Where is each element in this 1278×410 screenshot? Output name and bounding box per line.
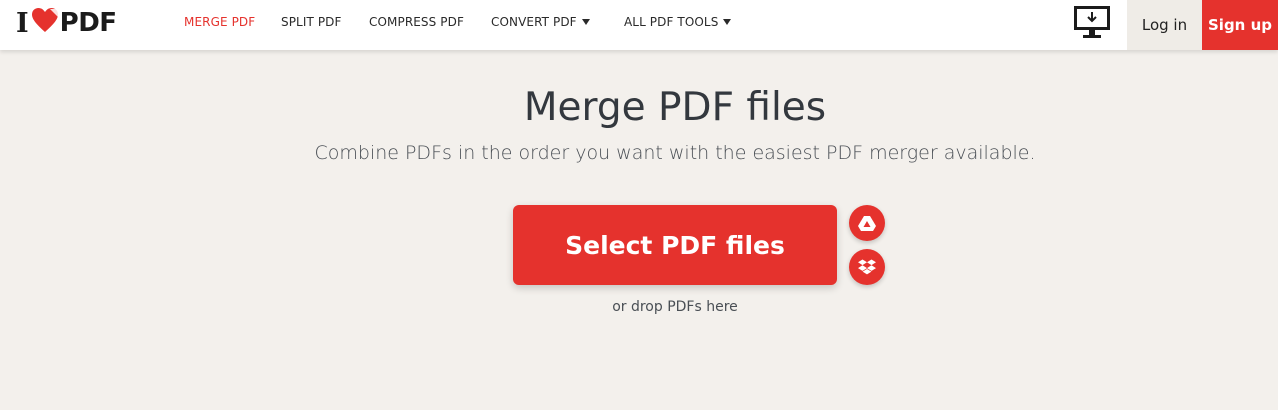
signup-label: Sign up [1208, 16, 1272, 34]
nav-convert-pdf[interactable]: CONVERT PDF [491, 0, 590, 44]
select-pdf-files-button[interactable]: Select PDF files [513, 205, 837, 285]
nav-all-pdf-tools[interactable]: ALL PDF TOOLS [624, 0, 732, 44]
heart-icon [31, 8, 58, 32]
dropbox-button[interactable] [849, 249, 885, 285]
dropbox-icon [858, 259, 876, 275]
ilovepdf-logo[interactable]: I PDF [16, 6, 117, 40]
select-pdf-files-label: Select PDF files [565, 230, 785, 260]
nav-compress-pdf-label: COMPRESS PDF [369, 15, 464, 29]
nav-split-pdf-label: SPLIT PDF [281, 15, 342, 29]
logo-text-pdf: PDF [59, 8, 117, 38]
nav-merge-pdf-label: MERGE PDF [184, 15, 256, 29]
nav-convert-pdf-label: CONVERT PDF [491, 15, 577, 29]
desktop-download-icon [1074, 6, 1110, 38]
caret-down-icon [723, 19, 732, 25]
nav-all-pdf-tools-label: ALL PDF TOOLS [624, 15, 719, 29]
caret-down-icon [581, 19, 590, 25]
nav-merge-pdf[interactable]: MERGE PDF [184, 0, 255, 44]
signup-button[interactable]: Sign up [1202, 0, 1278, 50]
logo-letter-i: I [16, 7, 29, 39]
page-subtitle: Combine PDFs in the order you want with … [314, 142, 1036, 164]
nav-split-pdf[interactable]: SPLIT PDF [281, 0, 342, 44]
login-button[interactable]: Log in [1127, 0, 1202, 50]
drop-hint-text: or drop PDFs here [612, 299, 738, 315]
page-title: Merge PDF files [523, 85, 827, 130]
google-drive-button[interactable] [849, 205, 885, 241]
top-navigation-bar: I PDF MERGE PDF SPLIT PDF COMPRESS PDF C… [0, 0, 1278, 50]
google-drive-icon [858, 216, 876, 231]
login-label: Log in [1141, 16, 1188, 34]
desktop-app-download-button[interactable] [1072, 4, 1112, 40]
nav-compress-pdf[interactable]: COMPRESS PDF [369, 0, 464, 44]
